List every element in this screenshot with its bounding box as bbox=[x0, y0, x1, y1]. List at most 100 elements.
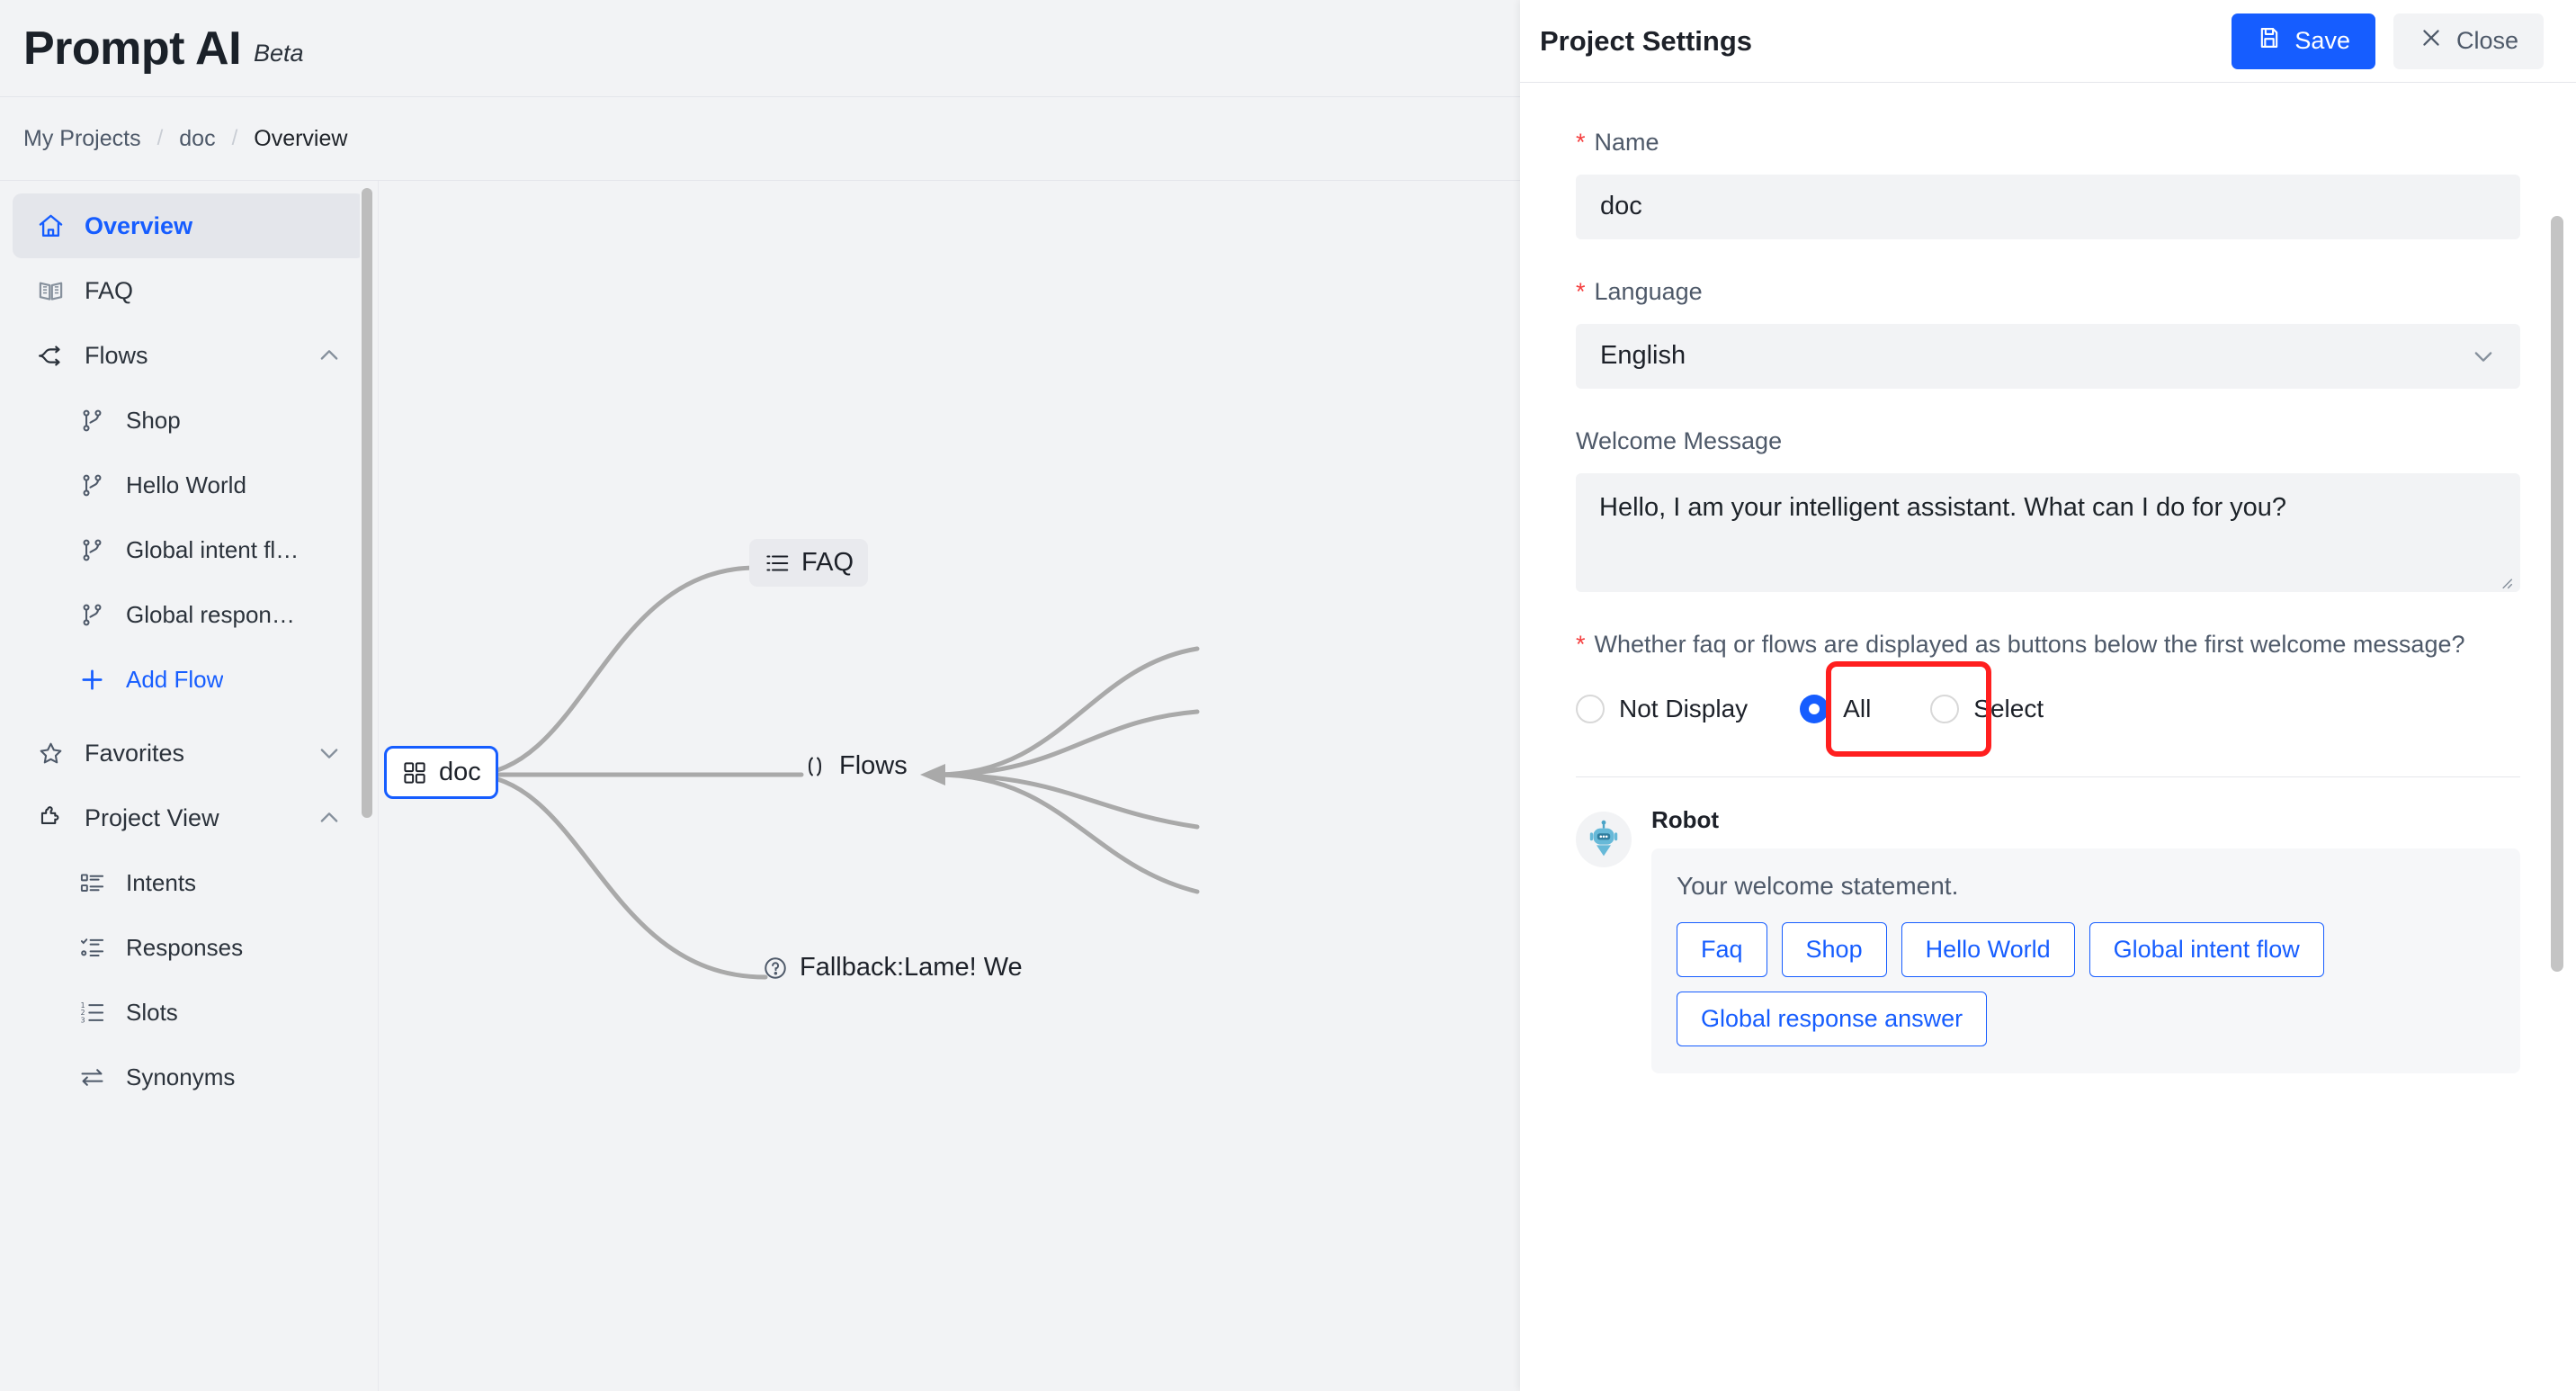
welcome-message-textarea[interactable]: Hello, I am your intelligent assistant. … bbox=[1576, 472, 2520, 592]
list-icon bbox=[764, 550, 791, 577]
intents-icon bbox=[77, 868, 106, 897]
breadcrumb-item-my-projects[interactable]: My Projects bbox=[23, 126, 141, 152]
radio-circle-icon bbox=[1800, 695, 1829, 724]
chevron-up-icon[interactable] bbox=[317, 805, 342, 830]
radio-circle-icon bbox=[1576, 695, 1605, 724]
plus-icon bbox=[77, 665, 106, 694]
breadcrumb-item-doc[interactable]: doc bbox=[179, 126, 215, 152]
app-beta-badge: Beta bbox=[254, 40, 304, 67]
flows-icon bbox=[36, 341, 65, 370]
language-field-label: * Language bbox=[1576, 274, 2520, 311]
sidebar-item-shop[interactable]: Shop bbox=[13, 388, 365, 453]
puzzle-icon bbox=[36, 803, 65, 832]
preview-chip-faq[interactable]: Faq bbox=[1677, 922, 1767, 978]
preview-chip-shop[interactable]: Shop bbox=[1781, 922, 1887, 978]
flow-canvas[interactable]: doc FAQ Flows Fallback:Lame! We bbox=[378, 181, 1520, 1391]
chevron-down-icon[interactable] bbox=[317, 740, 342, 766]
close-button-label: Close bbox=[2455, 27, 2518, 54]
sidebar-item-global-intent-flow[interactable]: Global intent fl… bbox=[13, 517, 365, 582]
tree-node-label: FAQ bbox=[801, 548, 854, 577]
sidebar-item-label: Global respon… bbox=[126, 600, 295, 628]
radio-label: All bbox=[1843, 695, 1872, 723]
app-title: Prompt AI bbox=[23, 22, 242, 75]
sidebar-item-label: Overview bbox=[85, 211, 193, 239]
required-asterisk: * bbox=[1576, 630, 1586, 658]
welcome-message-value: Hello, I am your intelligent assistant. … bbox=[1599, 492, 2287, 522]
sidebar-scrollbar-thumb[interactable] bbox=[362, 188, 372, 818]
welcome-message-field-group: Welcome Message Hello, I am your intelli… bbox=[1576, 423, 2520, 592]
tree-node-faq[interactable]: FAQ bbox=[749, 539, 869, 587]
resize-handle-icon[interactable] bbox=[2495, 569, 2515, 588]
required-asterisk: * bbox=[1576, 277, 1586, 305]
name-label-text: Name bbox=[1594, 129, 1659, 156]
sidebar-item-flows[interactable]: Flows bbox=[13, 323, 365, 388]
breadcrumb-separator: / bbox=[231, 126, 238, 150]
sidebar-item-favorites[interactable]: Favorites bbox=[13, 721, 365, 785]
sidebar: Overview FAQ Flows Shop Hello World Glob… bbox=[0, 181, 378, 1391]
close-button[interactable]: Close bbox=[2393, 13, 2544, 69]
radio-all[interactable]: All bbox=[1767, 676, 1907, 742]
sidebar-item-slots[interactable]: 1 2 3 Slots bbox=[13, 980, 365, 1045]
sidebar-item-label: Synonyms bbox=[126, 1063, 236, 1090]
tree-node-label: Flows bbox=[839, 751, 908, 780]
flow-tree-edges bbox=[452, 565, 1200, 980]
welcome-preview: Robot Your welcome statement. Faq Shop H… bbox=[1576, 776, 2520, 1074]
preview-chip-hello-world[interactable]: Hello World bbox=[1901, 922, 2075, 978]
sidebar-item-global-response[interactable]: Global respon… bbox=[13, 582, 365, 647]
sidebar-item-label: Global intent fl… bbox=[126, 535, 300, 563]
responses-icon bbox=[77, 933, 106, 962]
sidebar-item-label: Flows bbox=[85, 341, 148, 369]
add-flow-button[interactable]: Add Flow bbox=[13, 647, 365, 712]
name-field-label: * Name bbox=[1576, 124, 2520, 162]
sidebar-item-project-view[interactable]: Project View bbox=[13, 785, 365, 850]
name-field-group: * Name doc bbox=[1576, 124, 2520, 239]
radio-select[interactable]: Select bbox=[1907, 676, 2063, 742]
radio-label: Select bbox=[1973, 695, 2044, 723]
chevron-up-icon[interactable] bbox=[317, 343, 342, 368]
preview-chip-global-intent-flow[interactable]: Global intent flow bbox=[2089, 922, 2324, 978]
sidebar-item-label: Project View bbox=[85, 803, 219, 831]
display-question-group: * Whether faq or flows are displayed as b… bbox=[1576, 626, 2520, 758]
sidebar-item-overview[interactable]: Overview bbox=[13, 193, 365, 258]
sidebar-item-responses[interactable]: Responses bbox=[13, 915, 365, 980]
home-icon bbox=[36, 211, 65, 240]
sidebar-item-faq[interactable]: FAQ bbox=[13, 258, 365, 323]
preview-bubble: Your welcome statement. Faq Shop Hello W… bbox=[1651, 848, 2520, 1074]
synonyms-icon bbox=[77, 1063, 106, 1091]
tree-node-flows[interactable]: Flows bbox=[801, 751, 908, 781]
branch-icon bbox=[77, 535, 106, 564]
save-button[interactable]: Save bbox=[2232, 13, 2375, 69]
sidebar-item-label: Slots bbox=[126, 998, 178, 1026]
panel-header: Project Settings Save Close bbox=[1520, 0, 2576, 83]
sidebar-item-label: Favorites bbox=[85, 739, 185, 767]
breadcrumb-item-overview: Overview bbox=[254, 125, 348, 151]
robot-icon bbox=[1589, 821, 1618, 857]
branch-icon bbox=[77, 471, 106, 499]
sidebar-item-label: Responses bbox=[126, 933, 244, 961]
chevron-down-icon bbox=[2471, 344, 2496, 369]
tree-node-label: Fallback:Lame! We bbox=[800, 953, 1023, 982]
panel-title: Project Settings bbox=[1540, 24, 1752, 57]
name-input[interactable]: doc bbox=[1576, 174, 2520, 239]
sidebar-item-hello-world[interactable]: Hello World bbox=[13, 453, 365, 517]
app-root: Prompt AI Beta My Projects / doc / Overv… bbox=[0, 0, 2576, 1391]
tree-node-fallback[interactable]: Fallback:Lame! We bbox=[762, 953, 1023, 983]
svg-text:3: 3 bbox=[80, 1016, 85, 1024]
sidebar-item-synonyms[interactable]: Synonyms bbox=[13, 1045, 365, 1109]
project-settings-panel: Project Settings Save Close * Name doc *… bbox=[1520, 0, 2576, 1391]
panel-body: * Name doc * Language English Welcome Mess… bbox=[1520, 83, 2576, 1391]
sidebar-item-label: Intents bbox=[126, 868, 197, 896]
preview-chip-global-response-answer[interactable]: Global response answer bbox=[1677, 992, 1988, 1047]
panel-scrollbar-thumb[interactable] bbox=[2551, 216, 2563, 972]
display-question-text: Whether faq or flows are displayed as bu… bbox=[1594, 630, 2465, 658]
app-header: Prompt AI Beta bbox=[0, 0, 1520, 97]
radio-not-display[interactable]: Not Display bbox=[1576, 676, 1767, 742]
tree-node-root[interactable]: doc bbox=[384, 746, 498, 799]
sidebar-item-intents[interactable]: Intents bbox=[13, 850, 365, 915]
sidebar-item-label: Hello World bbox=[126, 471, 246, 498]
body-row: Overview FAQ Flows Shop Hello World Glob… bbox=[0, 181, 1520, 1391]
robot-avatar bbox=[1576, 812, 1632, 868]
language-select[interactable]: English bbox=[1576, 323, 2520, 389]
display-question-label: * Whether faq or flows are displayed as b… bbox=[1576, 626, 2520, 664]
